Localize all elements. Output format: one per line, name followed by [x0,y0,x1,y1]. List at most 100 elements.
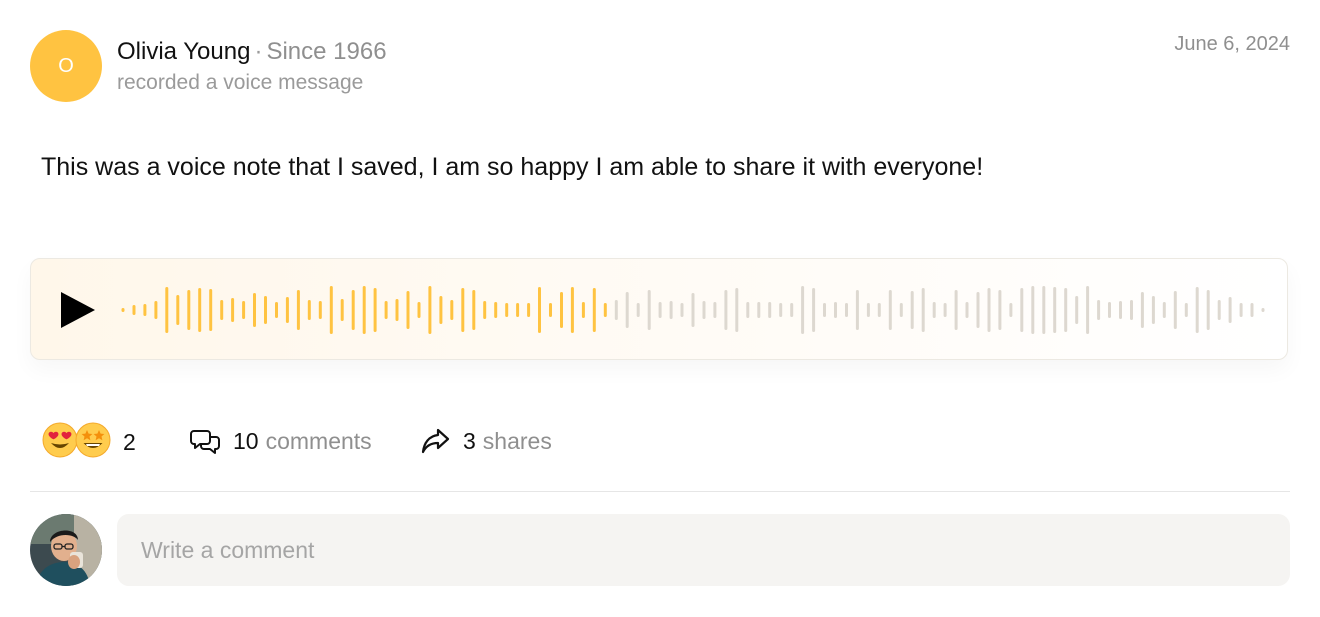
comments-button[interactable]: 10 comments [189,423,372,459]
waveform-bar [285,297,289,323]
waveform-bar [198,288,202,332]
member-since: Since 1966 [266,38,387,65]
waveform-bar [1228,297,1232,323]
waveform-bar [209,289,213,331]
waveform-bar [724,290,728,330]
waveform-bar [943,303,947,317]
waveform-bar [910,291,914,329]
waveform-bar [603,303,607,317]
waveform-bar [1250,303,1254,317]
waveform-bar [307,300,311,320]
divider [30,491,1290,492]
waveform-bar [340,299,344,321]
waveform-bar [768,302,772,318]
waveform-bar [1261,308,1265,312]
waveform-bar [790,303,794,317]
waveform-bar [877,303,881,317]
waveform-bar [253,293,256,327]
post-text: This was a voice note that I saved, I am… [41,153,984,181]
author-line: Olivia Young · Since 1966 [117,38,387,66]
shares-label: shares [482,427,552,454]
waveform-bar [1042,286,1046,334]
waveform-bar [812,288,816,332]
waveform-bar [921,288,925,332]
post-header: O Olivia Young · Since 1966 recorded a voi… [30,30,1290,102]
waveform-bar [779,303,783,317]
waveform-bar [220,300,224,320]
waveform-bar [373,288,377,332]
current-user-avatar[interactable] [30,514,102,586]
waveform-bar [888,290,892,330]
waveform-bar [494,302,498,318]
waveform-bar [1184,303,1188,317]
waveform-bar [866,303,870,317]
share-icon [421,428,450,454]
author-name[interactable]: Olivia Young [117,38,250,65]
waveform-bar [143,304,147,316]
waveform-bar [472,290,476,330]
comments-count: 10 [233,427,259,454]
comment-input[interactable] [117,514,1290,586]
waveform-bar [1195,287,1199,333]
waveform-bar [395,299,399,321]
waveform-bar [647,290,651,330]
user-photo-icon [30,514,102,586]
waveform-bar [1173,291,1177,329]
waveform-bar [614,300,618,320]
waveform-bar [757,302,761,318]
waveform-bar [1140,292,1144,328]
author-avatar[interactable]: O [30,30,102,102]
waveform-bar [362,286,366,334]
waveform-bar [801,286,805,334]
share-button[interactable]: 3 shares [419,423,552,459]
waveform-bar [406,291,410,329]
waveform-bar [264,296,267,324]
waveform-bar [538,287,541,333]
waveform-bar [735,288,739,332]
waveform-bar [592,288,596,332]
waveform-bar [450,300,454,320]
waveform-bar [516,303,520,317]
waveform-bar [318,301,322,319]
reaction-icons[interactable] [42,422,114,460]
waveform-bar [1053,287,1057,333]
waveform-bar [296,290,300,330]
waveform-bar [461,288,465,332]
waveform-bar [1064,288,1068,332]
waveform-bar [1151,296,1155,324]
waveform-bar [680,303,684,317]
waveform-bar [965,302,969,318]
waveform-bar [987,288,991,332]
reactions-count: 2 [123,429,136,455]
waveform-bar [855,290,859,330]
waveform-bar [976,292,980,328]
waveform[interactable] [31,259,1289,361]
waveform-bar [1108,302,1111,318]
waveform-bar [1086,286,1090,334]
star-struck-emoji-icon [75,422,111,458]
shares-count: 3 [463,427,476,454]
waveform-bar [625,292,629,328]
waveform-bar [823,303,826,317]
waveform-bar [384,301,388,319]
waveform-bar [1031,286,1035,334]
waveform-bar [428,286,432,334]
comments-icon [190,430,220,454]
waveform-bar [439,296,443,324]
post-stats: 2 10 comments 3 shares [42,420,1290,462]
waveform-bar [483,301,487,319]
waveform-bar [1162,302,1166,318]
waveform-bar [954,290,958,330]
waveform-bar [329,286,333,334]
waveform-bar [570,287,574,333]
waveform-bar [1075,296,1079,324]
waveform-bar [1239,303,1243,317]
waveform-bar [121,308,125,312]
post-action: recorded a voice message [117,71,364,94]
waveform-bar [746,302,750,318]
waveform-bar [1130,300,1133,320]
waveform-bar [351,290,355,330]
waveform-bar [187,290,191,330]
waveform-bar [1020,288,1024,332]
waveform-bar [1206,290,1210,330]
